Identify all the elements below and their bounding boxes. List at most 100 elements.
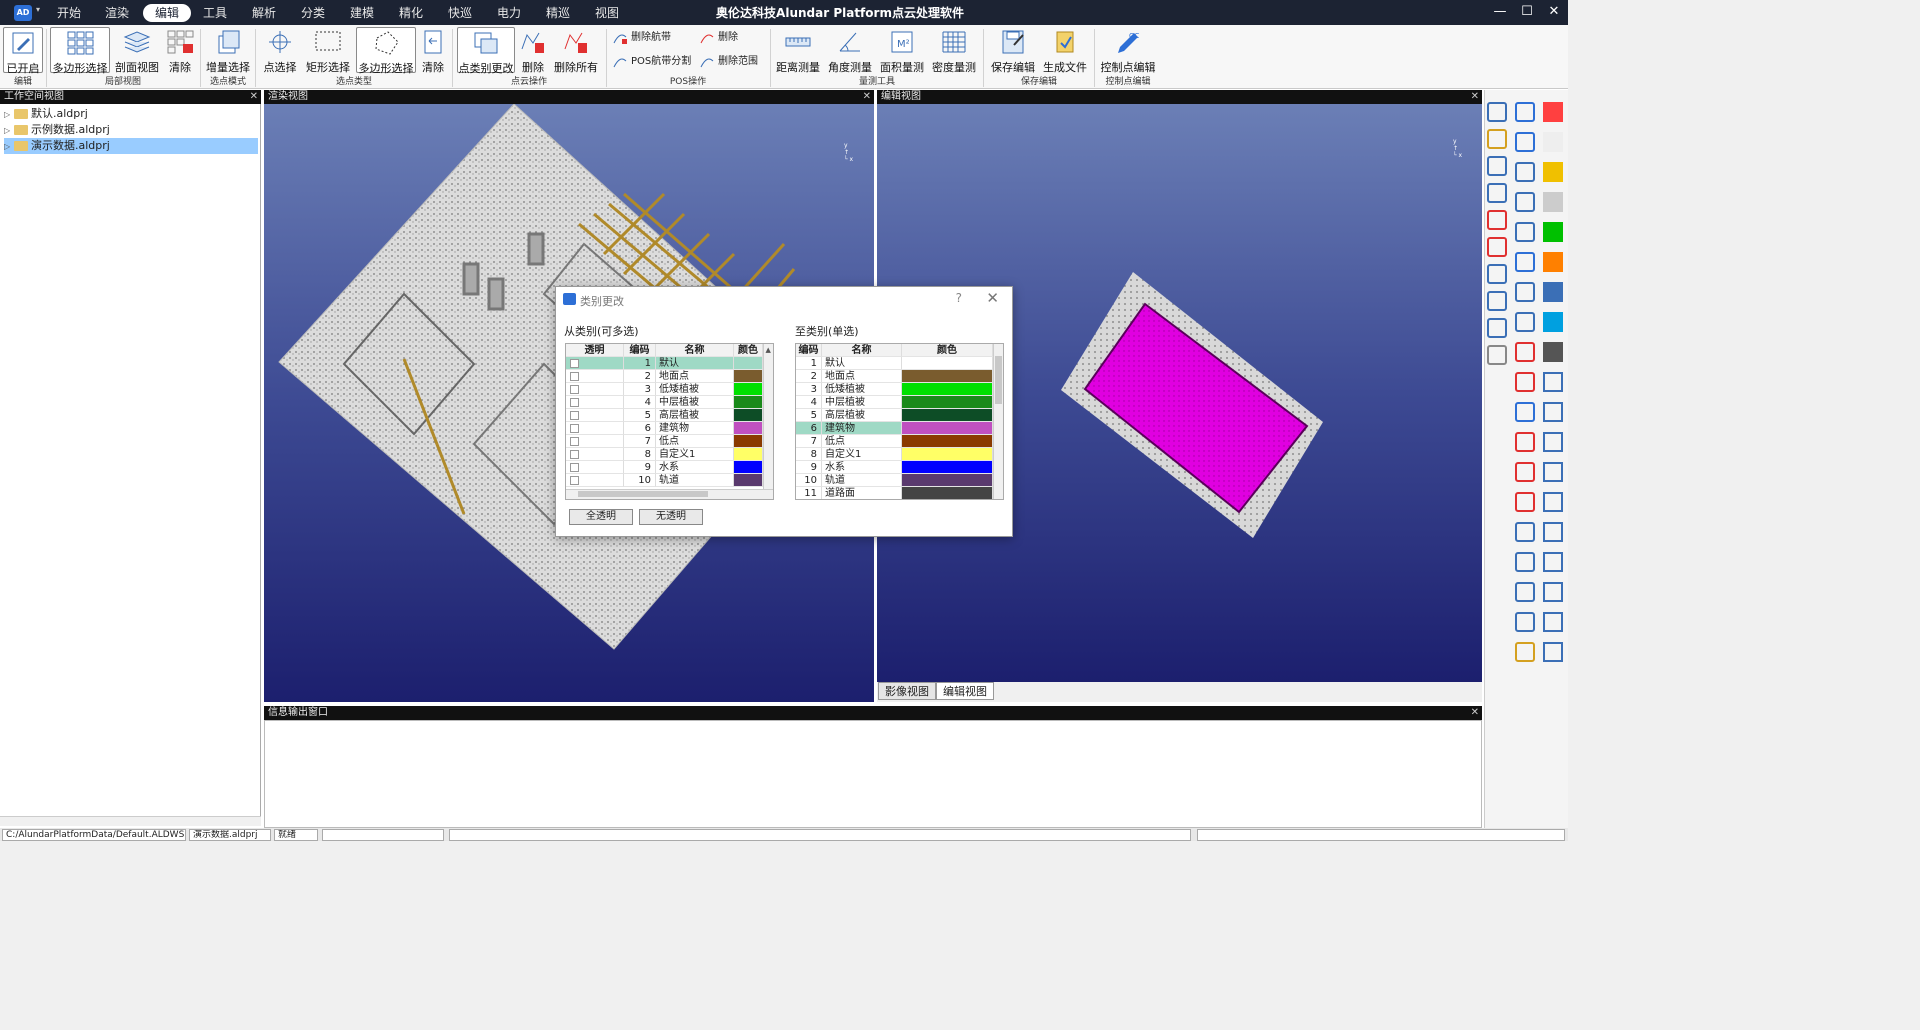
table-row[interactable]: 3 低矮植被 (796, 383, 993, 396)
table-row[interactable]: 7 低点 (796, 435, 993, 448)
transparent-checkbox[interactable] (570, 450, 579, 459)
menu-tab[interactable]: 建模 (345, 4, 379, 22)
table-row[interactable]: 8 自定义1 (566, 448, 763, 461)
clear-local-button[interactable]: 清除 (162, 27, 198, 74)
close-icon[interactable]: ✕ (1471, 90, 1479, 104)
close-icon[interactable]: ✕ (1471, 706, 1479, 720)
toolbar-tool-icon[interactable] (1515, 462, 1535, 482)
delete-all-button[interactable]: 删除所有 (553, 27, 599, 74)
edit-enabled-button[interactable]: 已开启 (3, 27, 43, 75)
toolbar-tool-icon[interactable] (1543, 492, 1563, 512)
close-button[interactable]: ✕ (1542, 2, 1566, 22)
column-header[interactable]: 编码 (796, 344, 822, 357)
menu-tab[interactable]: 编辑 (143, 4, 191, 22)
toolbar-tool-icon[interactable] (1487, 291, 1507, 311)
table-row[interactable]: 10 轨道 (566, 474, 763, 487)
tab-image-view[interactable]: 影像视图 (878, 682, 936, 700)
tree-item[interactable]: ▷ 示例数据.aldprj (4, 122, 258, 138)
toolbar-tool-icon[interactable] (1543, 192, 1563, 212)
to-table-vscrollbar[interactable] (993, 344, 1003, 499)
delete-flight-button[interactable]: 删除航带 (613, 29, 671, 47)
toolbar-tool-icon[interactable] (1487, 102, 1507, 122)
toolbar-tool-icon[interactable] (1543, 432, 1563, 452)
chevron-right-icon[interactable]: ▷ (4, 107, 14, 123)
table-row[interactable]: 7 低点 (566, 435, 763, 448)
menu-tab[interactable]: 解析 (247, 4, 281, 22)
toolbar-tool-icon[interactable] (1515, 372, 1535, 392)
close-icon[interactable]: ✕ (250, 90, 258, 104)
transparent-checkbox[interactable] (570, 385, 579, 394)
rect-select-button[interactable]: 矩形选择 (306, 27, 350, 74)
table-row[interactable]: 11 道路面 (796, 487, 993, 499)
toolbar-tool-icon[interactable] (1543, 612, 1563, 632)
menu-tab[interactable]: 分类 (296, 4, 330, 22)
save-edit-button[interactable]: 保存编辑 (990, 27, 1036, 74)
toolbar-tool-icon[interactable] (1515, 402, 1535, 422)
point-class-change-button[interactable]: 点类别更改 (457, 27, 515, 75)
toolbar-tool-icon[interactable] (1543, 462, 1563, 482)
toolbar-tool-icon[interactable] (1543, 522, 1563, 542)
clear-select-button[interactable]: 清除 (418, 27, 448, 74)
menu-tab[interactable]: 工具 (198, 4, 232, 22)
section-view-button[interactable]: 剖面视图 (114, 27, 160, 74)
column-header[interactable]: 颜色 (902, 344, 993, 357)
toolbar-tool-icon[interactable] (1515, 312, 1535, 332)
toolbar-tool-icon[interactable] (1543, 312, 1563, 332)
app-logo[interactable]: AD (14, 5, 32, 21)
transparent-checkbox[interactable] (570, 411, 579, 420)
toolbar-tool-icon[interactable] (1515, 552, 1535, 572)
menu-tab[interactable]: 开始 (52, 4, 86, 22)
dialog-close-button[interactable]: ✕ (986, 289, 999, 307)
toolbar-tool-icon[interactable] (1515, 612, 1535, 632)
toolbar-tool-icon[interactable] (1487, 237, 1507, 257)
toolbar-tool-icon[interactable] (1543, 222, 1563, 242)
toolbar-tool-icon[interactable] (1515, 192, 1535, 212)
toolbar-tool-icon[interactable] (1543, 252, 1563, 272)
transparent-checkbox[interactable] (570, 437, 579, 446)
table-row[interactable]: 10 轨道 (796, 474, 993, 487)
transparent-checkbox[interactable] (570, 372, 579, 381)
table-row[interactable]: 8 自定义1 (796, 448, 993, 461)
toolbar-tool-icon[interactable] (1543, 162, 1563, 182)
toolbar-tool-icon[interactable] (1515, 492, 1535, 512)
table-row[interactable]: 2 地面点 (796, 370, 993, 383)
pos-split-button[interactable]: POS航带分割 (613, 53, 691, 71)
minimize-button[interactable]: — (1488, 2, 1512, 22)
column-header[interactable]: 编码 (624, 344, 656, 357)
menu-tab[interactable]: 精巡 (541, 4, 575, 22)
maximize-button[interactable]: ☐ (1515, 2, 1539, 22)
tab-edit-view[interactable]: 编辑视图 (936, 682, 994, 700)
table-row[interactable]: 5 高层植被 (796, 409, 993, 422)
generate-file-button[interactable]: 生成文件 (1042, 27, 1088, 74)
menu-tab[interactable]: 视图 (590, 4, 624, 22)
toolbar-tool-icon[interactable] (1515, 522, 1535, 542)
toolbar-tool-icon[interactable] (1543, 282, 1563, 302)
incremental-select-button[interactable]: 增量选择 (205, 27, 251, 74)
toolbar-tool-icon[interactable] (1487, 210, 1507, 230)
table-row[interactable]: 2 地面点 (566, 370, 763, 383)
toolbar-tool-icon[interactable] (1543, 342, 1563, 362)
table-row[interactable]: 1 默认 (796, 357, 993, 370)
workspace-scrollbar[interactable] (0, 816, 261, 826)
toolbar-tool-icon[interactable] (1515, 132, 1535, 152)
table-row[interactable]: 9 水系 (796, 461, 993, 474)
delete-points-button[interactable]: 删除 (519, 27, 547, 74)
toolbar-tool-icon[interactable] (1543, 642, 1563, 662)
toolbar-tool-icon[interactable] (1487, 156, 1507, 176)
from-table-hscrollbar[interactable] (566, 489, 773, 499)
polygon-select-button[interactable]: 多边形选择 (50, 27, 110, 75)
transparent-checkbox[interactable] (570, 476, 579, 485)
toolbar-tool-icon[interactable] (1543, 372, 1563, 392)
toolbar-tool-icon[interactable] (1515, 222, 1535, 242)
table-row[interactable]: 9 水系 (566, 461, 763, 474)
control-point-edit-button[interactable]: GC 控制点编辑 (1100, 27, 1156, 74)
toolbar-tool-icon[interactable] (1543, 402, 1563, 422)
area-measure-button[interactable]: M² 面积量测 (880, 27, 924, 74)
toolbar-tool-icon[interactable] (1543, 582, 1563, 602)
toolbar-tool-icon[interactable] (1487, 183, 1507, 203)
transparent-checkbox[interactable] (570, 463, 579, 472)
tree-item[interactable]: ▷ 默认.aldprj (4, 106, 258, 122)
toolbar-tool-icon[interactable] (1515, 162, 1535, 182)
chevron-down-icon[interactable]: ▾ (36, 5, 40, 14)
column-header[interactable]: 透明 (566, 344, 624, 357)
